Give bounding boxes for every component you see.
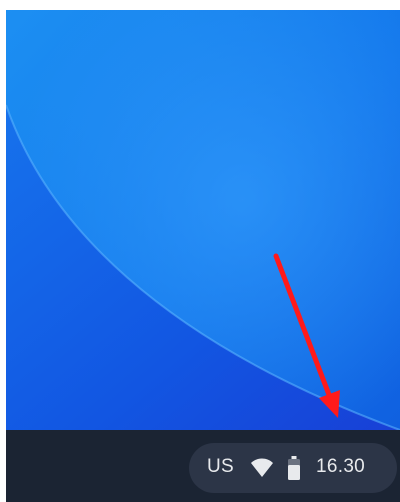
wallpaper-graphic bbox=[6, 10, 400, 430]
desktop-wallpaper bbox=[6, 10, 400, 430]
battery-icon bbox=[288, 456, 300, 480]
chromeos-screen: US 16.30 bbox=[6, 10, 400, 502]
wifi-icon bbox=[251, 458, 273, 478]
status-tray[interactable]: US 16.30 bbox=[189, 443, 397, 493]
shelf: US 16.30 bbox=[6, 430, 400, 502]
keyboard-locale-label[interactable]: US bbox=[207, 456, 234, 478]
clock-time: 16.30 bbox=[316, 456, 366, 477]
